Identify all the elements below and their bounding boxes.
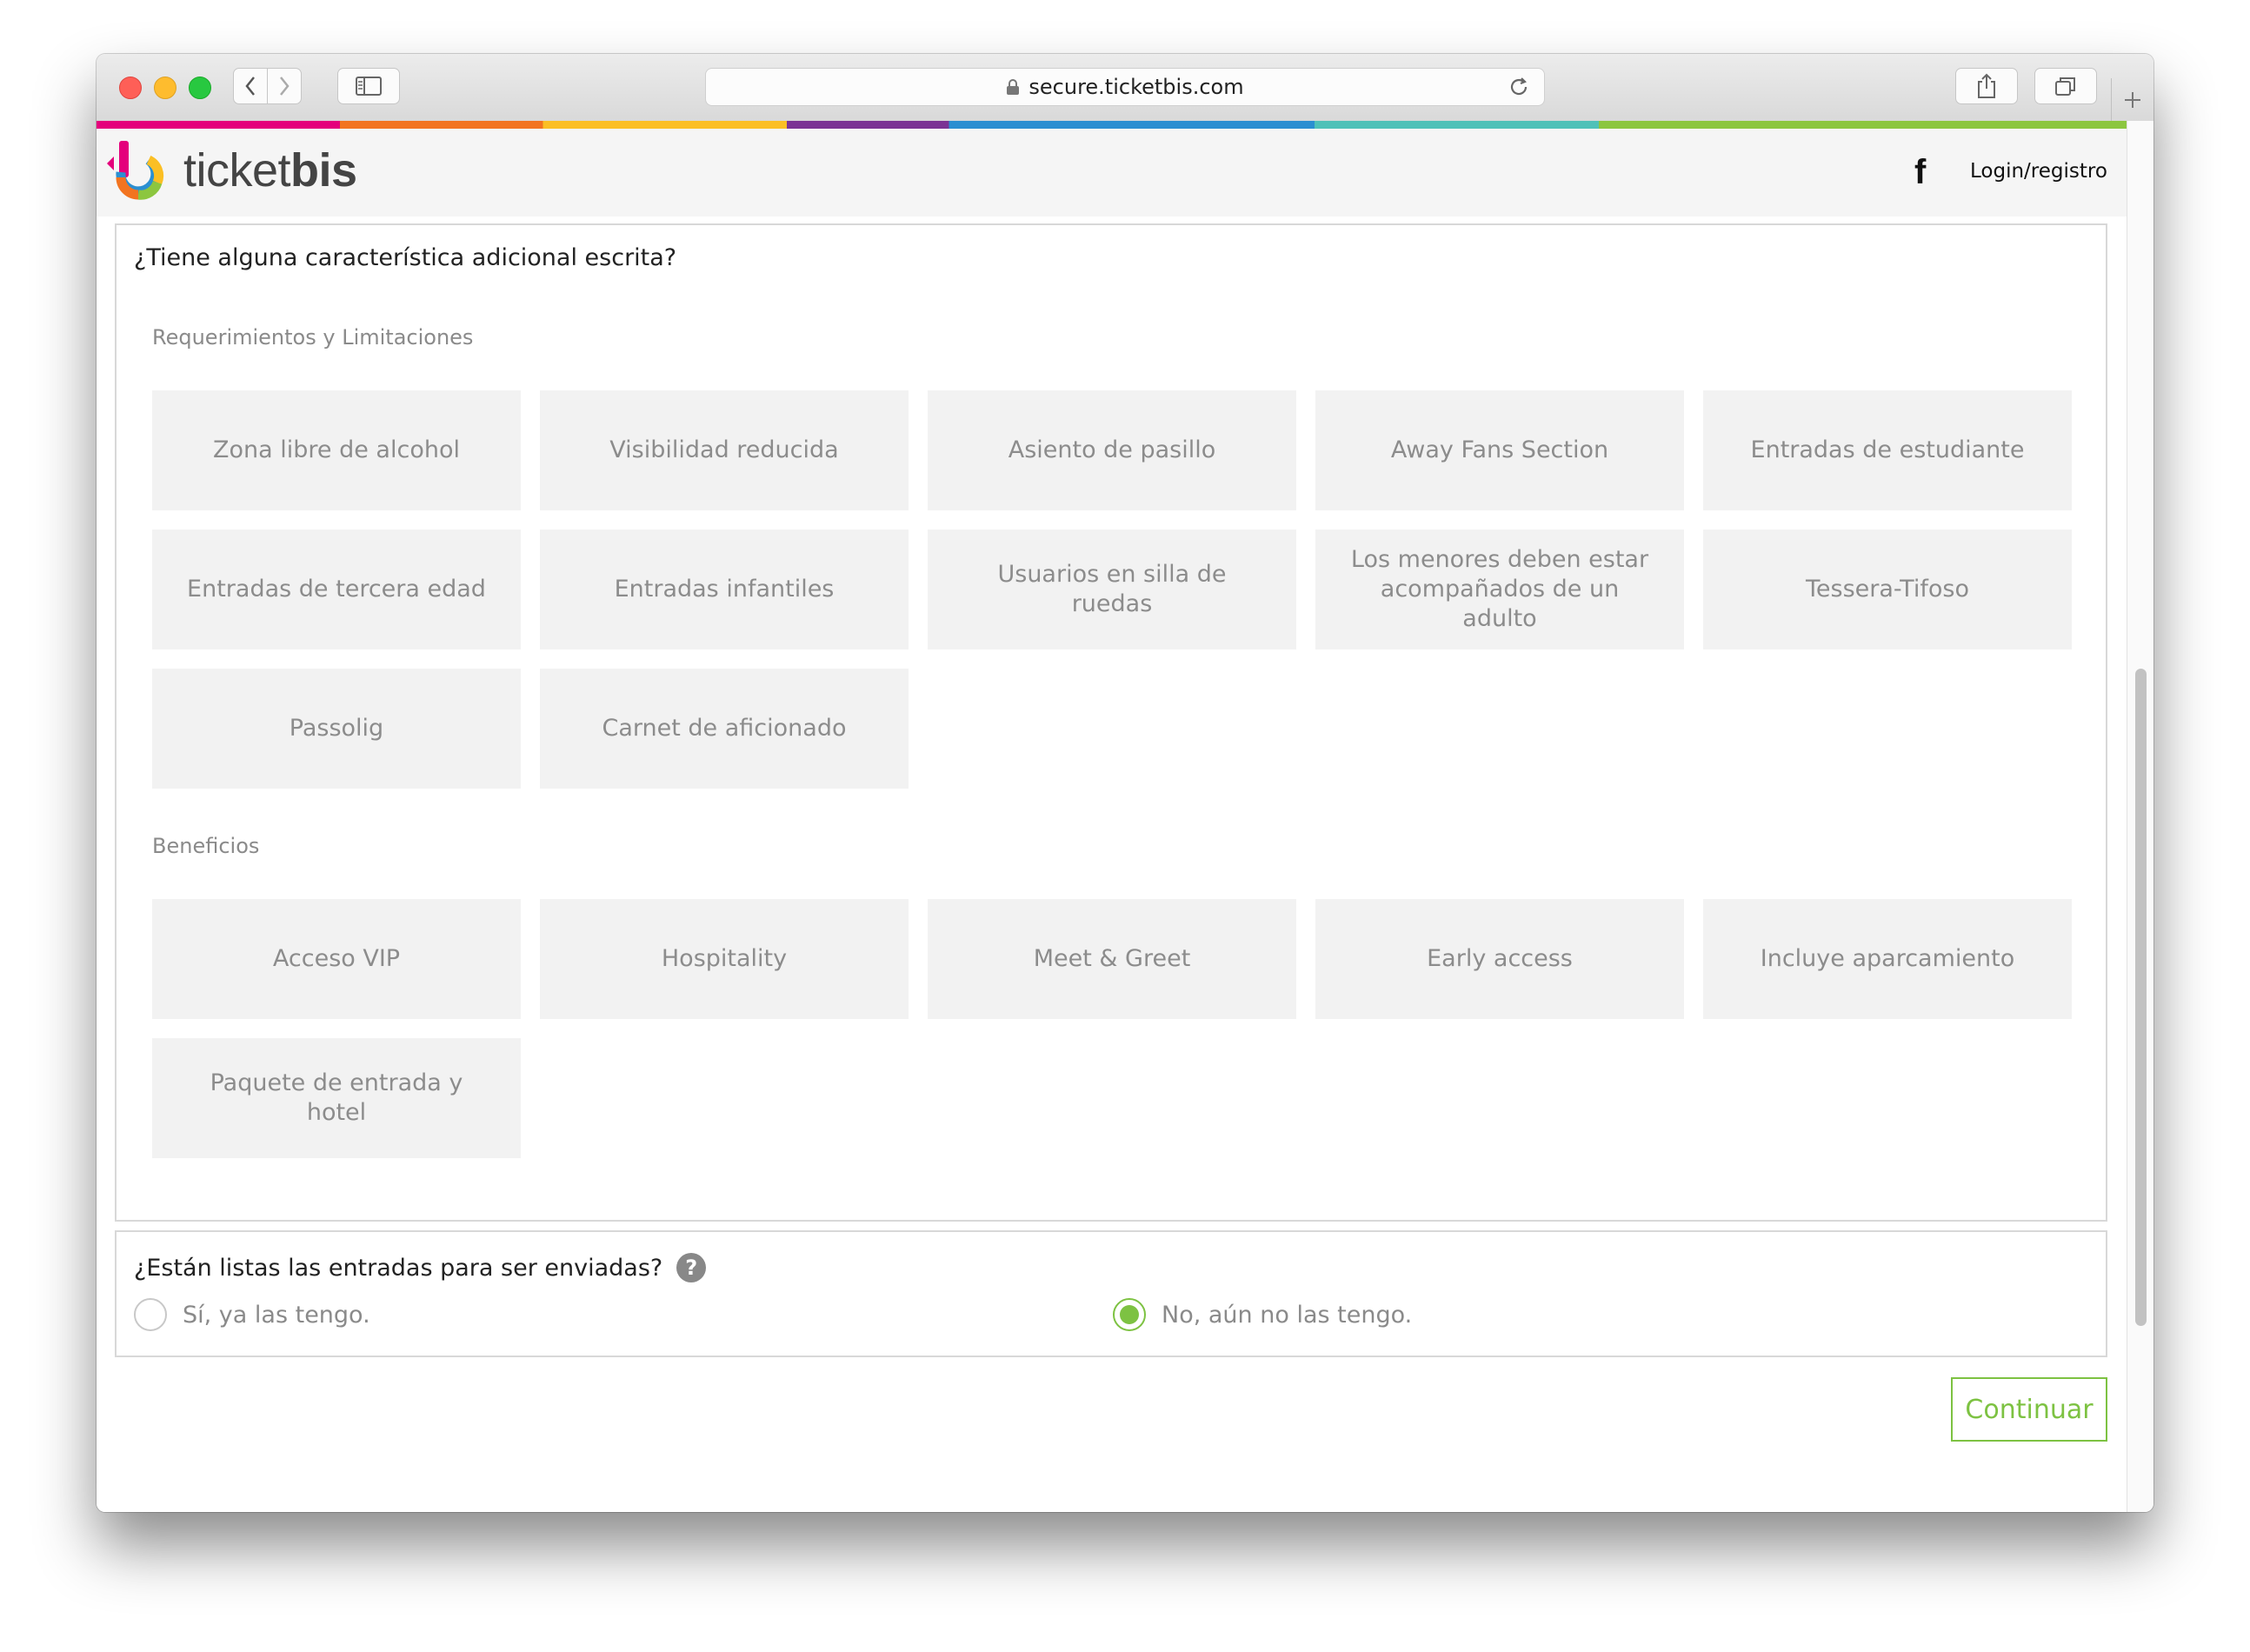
shipping-ready-panel: ¿Están listas las entradas para ser envi… (115, 1230, 2107, 1357)
chevron-left-icon (245, 77, 255, 96)
zoom-window-button[interactable] (189, 77, 211, 99)
additional-features-panel: ¿Tiene alguna característica adicional e… (115, 223, 2107, 1222)
forward-button[interactable] (267, 68, 302, 104)
benefit-option-tile[interactable]: Paquete de entrada y hotel (152, 1038, 521, 1158)
benefit-option-tile[interactable]: Hospitality (540, 899, 909, 1019)
requirement-option-tile[interactable]: Usuarios en silla de ruedas (928, 530, 1296, 649)
browser-window: secure.ticketbis.com ticketbis f Login/r… (97, 54, 2153, 1512)
close-window-button[interactable] (119, 77, 142, 99)
requirements-heading: Requerimientos y Limitaciones (152, 325, 474, 350)
sidebar-icon (356, 77, 382, 96)
requirement-option-tile[interactable]: Entradas de tercera edad (152, 530, 521, 649)
radio-circle-no[interactable] (1113, 1298, 1146, 1331)
tabs-overview-button[interactable] (2034, 68, 2097, 104)
logo-wordmark: ticketbis (183, 143, 357, 197)
requirements-grid: Zona libre de alcohol Visibilidad reducid… (152, 390, 2072, 789)
share-button[interactable] (1955, 68, 2018, 104)
radio-circle-yes[interactable] (134, 1298, 167, 1331)
requirement-option-tile[interactable]: Tessera-Tifoso (1703, 530, 2072, 649)
address-bar[interactable]: secure.ticketbis.com (705, 68, 1545, 106)
ticketbis-logo-icon (107, 141, 164, 200)
benefit-option-tile[interactable]: Early access (1315, 899, 1684, 1019)
requirement-option-tile[interactable]: Entradas infantiles (540, 530, 909, 649)
new-tab-button[interactable] (2111, 78, 2153, 122)
login-register-link[interactable]: Login/registro (1970, 160, 2107, 183)
benefits-grid: Acceso VIP Hospitality Meet & Greet Early a… (152, 899, 2072, 1158)
brand-color-stripe (97, 121, 2127, 129)
site-header: ticketbis f Login/registro (97, 129, 2127, 218)
radio-option-yes[interactable]: Sí, ya las tengo. (134, 1298, 370, 1331)
logo-word-bold: bis (290, 144, 357, 197)
logo-word-light: ticket (183, 144, 291, 197)
requirement-option-tile[interactable]: Visibilidad reducida (540, 390, 909, 510)
chevron-right-icon (280, 77, 290, 96)
lock-icon (1007, 79, 1020, 95)
page-content: ¿Tiene alguna característica adicional e… (97, 216, 2127, 1512)
minimize-window-button[interactable] (154, 77, 176, 99)
radio-selected-dot (1120, 1305, 1139, 1324)
scrollbar-thumb[interactable] (2135, 669, 2147, 1326)
help-icon[interactable]: ? (676, 1253, 707, 1282)
facebook-icon[interactable]: f (1914, 153, 1926, 192)
radio-label-no: No, aún no las tengo. (1162, 1301, 1413, 1329)
shipping-question-text: ¿Están listas las entradas para ser envi… (134, 1254, 663, 1282)
reload-icon[interactable] (1508, 76, 1530, 98)
requirement-option-tile[interactable]: Entradas de estudiante (1703, 390, 2072, 510)
shipping-question: ¿Están listas las entradas para ser envi… (134, 1253, 707, 1282)
benefits-heading: Beneficios (152, 834, 260, 858)
tabs-icon (2055, 77, 2075, 96)
requirement-option-tile[interactable]: Los menores deben estar acompañados de u… (1315, 530, 1684, 649)
requirement-option-tile[interactable]: Asiento de pasillo (928, 390, 1296, 510)
continue-button[interactable]: Continuar (1951, 1377, 2107, 1442)
requirement-option-tile[interactable]: Carnet de aficionado (540, 669, 909, 789)
sidebar-button[interactable] (337, 68, 400, 104)
radio-option-no[interactable]: No, aún no las tengo. (1113, 1298, 1412, 1331)
features-question: ¿Tiene alguna característica adicional e… (134, 244, 677, 271)
share-icon (1978, 73, 1995, 98)
browser-toolbar: secure.ticketbis.com (97, 54, 2153, 122)
ticketbis-logo[interactable]: ticketbis (105, 137, 357, 203)
requirement-option-tile[interactable]: Passolig (152, 669, 521, 789)
back-button[interactable] (233, 68, 268, 104)
requirement-option-tile[interactable]: Away Fans Section (1315, 390, 1684, 510)
requirement-option-tile[interactable]: Zona libre de alcohol (152, 390, 521, 510)
benefit-option-tile[interactable]: Meet & Greet (928, 899, 1296, 1019)
address-url: secure.ticketbis.com (1028, 75, 1244, 99)
plus-icon (2125, 92, 2140, 108)
benefit-option-tile[interactable]: Incluye aparcamiento (1703, 899, 2072, 1019)
radio-label-yes: Sí, ya las tengo. (183, 1301, 370, 1329)
benefit-option-tile[interactable]: Acceso VIP (152, 899, 521, 1019)
